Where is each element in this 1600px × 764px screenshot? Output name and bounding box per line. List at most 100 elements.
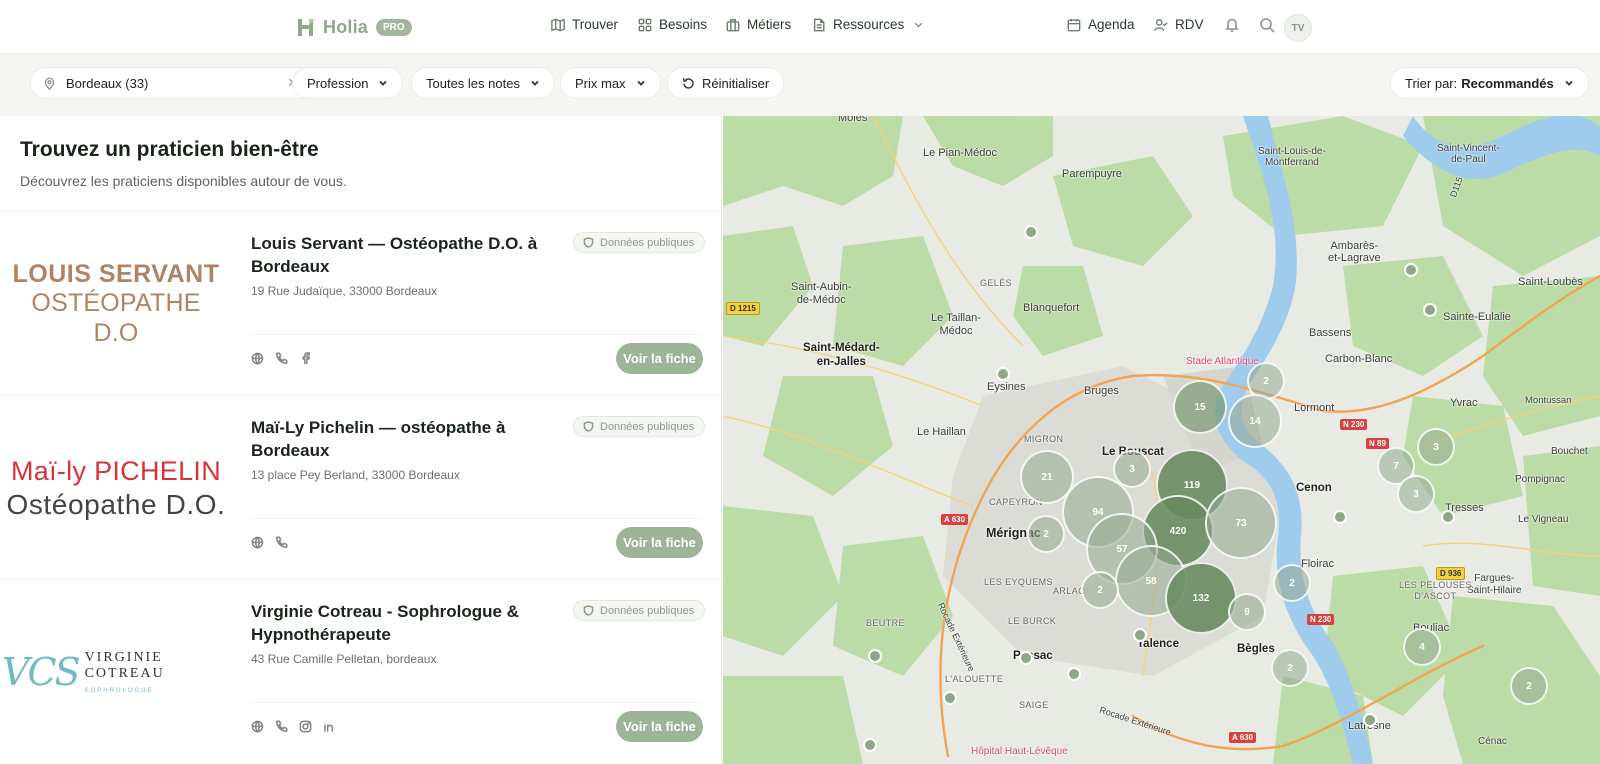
chevron-down-icon (1565, 80, 1573, 86)
brand-logo[interactable]: Holia PRO (295, 15, 412, 39)
map-marker[interactable] (1423, 303, 1437, 317)
nav-label: Ressources (833, 17, 905, 32)
user-avatar[interactable]: TV (1284, 14, 1312, 42)
dropdown-label: Prix max (575, 75, 626, 91)
view-profile-button[interactable]: Voir la fiche (616, 711, 703, 742)
sort-dropdown[interactable]: Trier par: Recommandés (1391, 68, 1588, 98)
practitioner-name[interactable]: Virginie Cotreau - Sophrologue & Hypnoth… (251, 600, 551, 646)
map-cluster[interactable]: 9 (1228, 593, 1266, 631)
map-poi: Hôpital Haut-Lévêque (971, 746, 1068, 757)
location-input-value[interactable]: Bordeaux (33) (66, 76, 287, 91)
globe-icon[interactable] (251, 536, 264, 549)
map-cluster[interactable]: 14 (1228, 394, 1282, 448)
nav-agenda[interactable]: Agenda (1067, 17, 1135, 32)
map-marker[interactable] (943, 691, 957, 705)
map-place: Moles (838, 116, 868, 124)
globe-icon[interactable] (251, 352, 264, 365)
reset-button[interactable]: Réinitialiser (668, 68, 784, 98)
road-tag: N 89 (1366, 438, 1389, 449)
map-district: LE BURCK (1008, 616, 1057, 626)
chevron-down-icon (914, 22, 923, 28)
chevron-down-icon (531, 80, 539, 86)
map-icon (551, 18, 565, 31)
nav-besoins[interactable]: Besoins (638, 17, 707, 32)
practitioner-card[interactable]: Maï-ly PICHELIN Ostéopathe D.O. Maï-Ly P… (0, 395, 722, 579)
globe-icon[interactable] (251, 720, 264, 733)
map-marker[interactable] (1024, 225, 1038, 239)
map-cluster[interactable]: 3 (1417, 428, 1455, 466)
map-marker[interactable] (1404, 263, 1418, 277)
notes-dropdown[interactable]: Toutes les notes (412, 68, 554, 98)
prix-dropdown[interactable]: Prix max (561, 68, 660, 98)
sort-prefix: Trier par: (1405, 75, 1458, 91)
search-button[interactable] (1259, 17, 1277, 35)
logo-line2: SOPHROLOGUE (84, 688, 154, 694)
map-cluster[interactable]: 2 (1027, 515, 1065, 553)
map-marker[interactable] (996, 367, 1010, 381)
sort-value: Recommandés (1461, 75, 1554, 91)
dropdown-label: Toutes les notes (426, 75, 520, 91)
map-marker[interactable] (1019, 651, 1033, 665)
nav-rdv[interactable]: RDV (1154, 17, 1204, 32)
view-profile-button[interactable]: Voir la fiche (616, 343, 703, 374)
map-cluster[interactable]: 2 (1271, 649, 1309, 687)
map-cluster[interactable]: 2 (1273, 564, 1311, 602)
nav-metiers[interactable]: Métiers (726, 17, 791, 32)
map-place: Carbon-Blanc (1325, 353, 1393, 365)
map-cluster[interactable]: 3 (1397, 475, 1435, 513)
map-marker[interactable] (1363, 713, 1377, 727)
map-marker[interactable] (1333, 510, 1347, 524)
map-marker[interactable] (1441, 510, 1455, 524)
practitioner-card[interactable]: VCS VIRGINIE COTREAU SOPHROLOGUE Virgini… (0, 579, 722, 763)
map-cluster[interactable]: 2 (1081, 571, 1119, 609)
map-cluster[interactable]: 15 (1173, 380, 1227, 434)
location-field[interactable]: Bordeaux (33) ✕ (31, 68, 338, 98)
map-cluster[interactable]: 73 (1205, 487, 1277, 559)
view-profile-button[interactable]: Voir la fiche (616, 527, 703, 558)
divider (251, 518, 702, 519)
map-marker[interactable] (1133, 628, 1147, 642)
contact-icons (251, 720, 336, 733)
badge-label: Données publiques (600, 236, 695, 249)
phone-icon[interactable] (275, 536, 288, 549)
notifications-button[interactable] (1224, 17, 1242, 35)
results-map[interactable]: Moles Le Pian-Médoc Parempuyre Saint-Lou… (723, 116, 1600, 764)
map-place: Sainte-Eulalie (1443, 311, 1511, 323)
map-place: Cénac (1478, 736, 1507, 747)
phone-icon[interactable] (275, 720, 288, 733)
map-cluster[interactable]: 132 (1165, 562, 1237, 634)
map-cluster[interactable]: 4 (1403, 628, 1441, 666)
linkedin-icon[interactable] (323, 720, 336, 733)
road-tag: N 230 (1307, 614, 1335, 625)
road-tag: D 1215 (726, 302, 760, 315)
instagram-icon[interactable] (299, 720, 312, 733)
nav-ressources[interactable]: Ressources (812, 17, 924, 32)
divider (251, 334, 702, 335)
reset-icon (682, 77, 694, 89)
road-tag: A 630 (941, 514, 969, 525)
shield-icon (583, 605, 594, 616)
contact-icons (251, 536, 288, 549)
map-place: Montussan (1525, 395, 1572, 406)
nav-trouver[interactable]: Trouver (551, 17, 618, 32)
phone-icon[interactable] (275, 352, 288, 365)
map-district: L'ALOUETTE (945, 674, 1004, 684)
practitioner-name[interactable]: Louis Servant — Ostéopathe D.O. à Bordea… (251, 232, 551, 278)
chevron-down-icon (636, 80, 645, 86)
reset-label: Réinitialiser (702, 75, 770, 91)
map-cluster[interactable]: 2 (1510, 667, 1548, 705)
map-marker[interactable] (1067, 667, 1081, 681)
practitioner-card[interactable]: LOUIS SERVANT OSTÉOPATHE D.O Louis Serva… (0, 211, 722, 395)
map-place: Le Taillan- Médoc (931, 312, 981, 337)
road-tag: N 230 (1340, 419, 1368, 430)
map-marker[interactable] (863, 738, 877, 752)
practitioner-logo: VCS VIRGINIE COTREAU SOPHROLOGUE (0, 580, 232, 764)
map-place: Bassens (1309, 327, 1352, 339)
facebook-icon[interactable] (299, 352, 312, 365)
practitioner-name[interactable]: Maï-Ly Pichelin — ostéopathe à Bordeaux (251, 416, 551, 462)
nav-label: Besoins (659, 17, 708, 32)
map-place: Saint-Aubin-de-Médoc (791, 281, 852, 306)
profession-dropdown[interactable]: Profession (293, 68, 403, 98)
public-data-badge: Données publiques (573, 600, 706, 621)
map-marker[interactable] (868, 649, 882, 663)
